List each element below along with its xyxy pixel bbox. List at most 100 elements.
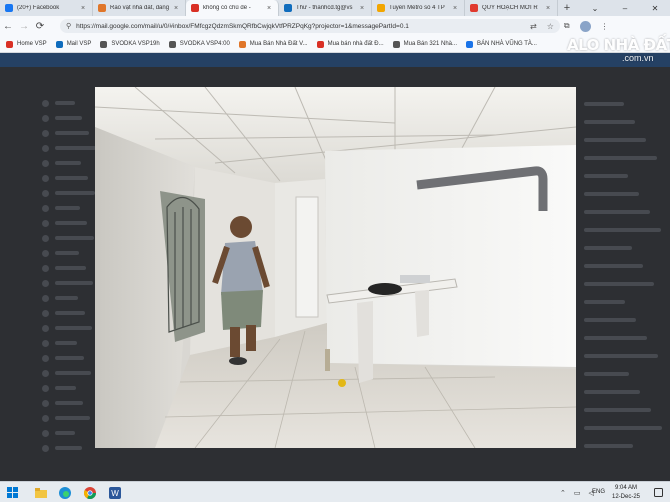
sidebar-placeholder-icon [42,400,49,407]
menu-icon[interactable]: ⋮ [601,22,609,31]
browser-tab[interactable]: Tuyến Metro số 4 TP × [372,0,465,16]
sidebar-placeholder-row [55,311,85,315]
bookmark-item[interactable]: BÁN NHÀ VŨNG TÀ... [466,40,537,48]
clock[interactable]: 9:04 AM 12-Dec-25 [606,484,646,501]
bookmarks-bar: Home VSP Mail VSP SVODKA VSP19h SVODKA VSP4… [0,36,670,53]
screen: (20+) Facebook × Rao vặt nhà đất, đăng × khô… [0,0,670,502]
message-placeholder-row [584,444,633,448]
sidebar-placeholder-row [55,176,88,180]
tab-close-icon[interactable]: × [267,5,273,12]
gmail-header-band [0,53,670,67]
translate-icon[interactable]: ⇄ [530,22,537,31]
minimize-icon[interactable]: – [610,0,640,16]
sidebar-placeholder-icon [42,100,49,107]
gmail-icon [191,4,199,12]
network-icon[interactable]: ▭ [574,489,581,497]
tab-close-icon[interactable]: × [360,5,366,12]
message-placeholder-row [584,282,654,286]
sidebar-placeholder-icon [42,370,49,377]
new-tab-button[interactable]: + [558,0,576,16]
bookmark-label: SVODKA VSP19h [111,41,160,47]
sidebar-placeholder-icon [42,355,49,362]
close-window-icon[interactable]: ✕ [640,0,670,16]
sidebar-placeholder-row [55,251,79,255]
windows-icon[interactable] [6,486,19,499]
toolbar-actions: ⇄ ☆ ⧉ ⋮ [530,16,609,36]
counter-leg-back [415,290,429,337]
bookmark-item[interactable]: Mail VSP [55,40,91,48]
document-icon [168,40,176,48]
outlook-icon [284,4,292,12]
browser-tab[interactable]: QUY HOẠCH MỚI R × [465,0,558,16]
forward-icon[interactable]: → [16,16,32,36]
bookmark-star-icon[interactable]: ☆ [547,22,554,31]
notification-icon[interactable] [652,486,665,499]
tab-label: QUY HOẠCH MỚI R [482,5,538,11]
bookmark-item[interactable]: SVODKA VSP4:00 [168,40,230,48]
sidebar-placeholder-row [55,341,77,345]
sidebar-placeholder-row [55,101,75,105]
tab-label: Tuyến Metro số 4 TP [389,5,445,11]
message-placeholder-row [584,246,632,250]
language-indicator[interactable]: ENG [592,489,605,495]
sidebar-placeholder-icon [42,205,49,212]
mail-icon [55,40,63,48]
tab-search-icon[interactable]: ⌄ [580,0,610,16]
sink [400,275,430,283]
sidebar-placeholder-icon [42,115,49,122]
tab-close-icon[interactable]: × [546,5,552,12]
edge-icon[interactable] [58,486,71,499]
site-info-icon[interactable]: ⚲ [66,22,71,30]
sidebar-placeholder-icon [42,220,49,227]
svg-text:W: W [111,489,119,498]
sidebar-placeholder-icon [42,250,49,257]
sidebar-placeholder-row [55,116,82,120]
sidebar-placeholder-row [55,296,78,300]
bookmark-item[interactable]: Mua Bán Nhà Đất V... [238,40,308,48]
browser-tab[interactable]: không có chủ đề - × [186,0,279,16]
bookmark-item[interactable]: Mua Bán 321 Nhà... [392,40,457,48]
sidebar-placeholder-row [55,446,82,450]
sidebar-placeholder-icon [42,445,49,452]
home-icon [238,40,246,48]
news-icon [377,4,385,12]
tab-close-icon[interactable]: × [174,5,180,12]
browser-tab[interactable]: Rao vặt nhà đất, đăng × [93,0,186,16]
message-placeholder-row [584,300,625,304]
chrome-icon[interactable] [83,486,96,499]
document-icon [100,40,108,48]
file-explorer-icon[interactable] [34,486,47,499]
sidebar-placeholder-row [55,401,83,405]
sidebar-placeholder-icon [42,325,49,332]
sidebar-placeholder-icon [42,145,49,152]
attachment-photo[interactable] [95,87,576,448]
system-tray: ⌃ ▭ ◁ [560,482,594,502]
facebook-icon [5,4,13,12]
browser-tab[interactable]: Thư - thanhcd.tg@vs × [279,0,372,16]
tray-chevron-icon[interactable]: ⌃ [560,489,566,497]
sidebar-placeholder-icon [42,310,49,317]
sidebar-placeholder-row [55,386,76,390]
sidebar-placeholder-icon [42,190,49,197]
word-icon[interactable]: W [108,486,121,499]
reload-icon[interactable]: ⟳ [32,16,48,36]
bookmark-item[interactable]: SVODKA VSP19h [100,40,160,48]
browser-tab[interactable]: (20+) Facebook × [0,0,93,16]
bookmark-label: Mua bán nhà đất Đ... [327,41,384,47]
tab-close-icon[interactable]: × [81,5,87,12]
message-placeholder-row [584,156,657,160]
doorway [295,196,319,318]
address-bar[interactable]: ⚲ https://mail.google.com/mail/u/0/#inbo… [60,19,560,33]
sidebar-placeholder-icon [42,280,49,287]
bookmark-item[interactable]: Mua bán nhà đất Đ... [316,40,384,48]
extensions-icon[interactable]: ⧉ [564,21,570,31]
profile-avatar[interactable] [579,20,591,32]
back-icon[interactable]: ← [0,16,16,36]
sidebar-placeholder-icon [42,295,49,302]
sidebar-placeholder-row [55,161,81,165]
gmail-sidebar [0,90,96,470]
tab-close-icon[interactable]: × [453,5,459,12]
bookmark-item[interactable]: Home VSP [6,40,47,48]
counter-leg-front [357,301,373,383]
document-icon [392,40,400,48]
